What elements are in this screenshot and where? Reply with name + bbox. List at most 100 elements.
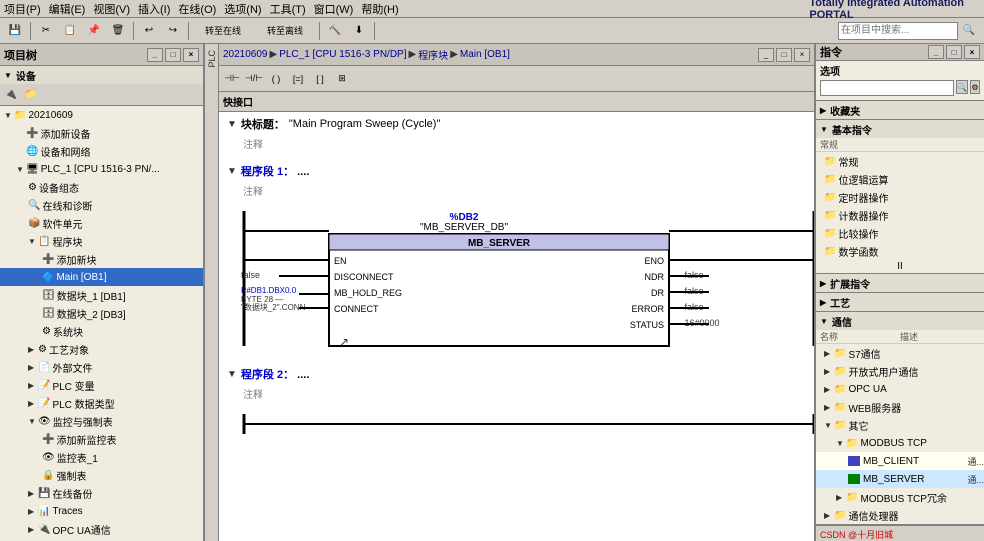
tree-item-system[interactable]: ⚙ 系统块 <box>0 322 203 340</box>
menu-edit[interactable]: 编辑(E) <box>49 1 86 17</box>
tree-item-add-device[interactable]: ➕ 添加新设备 <box>0 124 203 142</box>
copy-button[interactable]: 📋 <box>59 20 81 42</box>
tree-item-data1[interactable]: 🗄 数据块_1 [DB1] <box>0 286 203 304</box>
section1-comment: 注释 <box>219 183 814 198</box>
tree-item-tech-objects[interactable]: ▶ ⚙ 工艺对象 <box>0 340 203 358</box>
search-button[interactable]: 🔍 <box>958 20 980 42</box>
options-search[interactable] <box>820 80 954 96</box>
tree-item-add-watch[interactable]: ➕ 添加新监控表 <box>0 430 203 448</box>
tree-label-plc1: PLC_1 [CPU 1516-3 PN/... <box>41 164 160 175</box>
menu-help[interactable]: 帮助(H) <box>361 1 398 17</box>
tree-item-main-ob1[interactable]: 🔷 Main [OB1] <box>0 268 203 286</box>
menu-view[interactable]: 视图(V) <box>93 1 130 17</box>
comms-header[interactable]: ▼ 通信 <box>816 312 984 330</box>
options-search-btn[interactable]: 🔍 <box>956 80 968 94</box>
instr-item-bit-logic[interactable]: 📁 位逻辑运算 <box>816 170 984 188</box>
instr-item-open-user[interactable]: ▶ 📁 开放式用户通信 <box>816 362 984 380</box>
delete-button[interactable]: 🗑 <box>107 20 129 42</box>
tree-btn-2[interactable]: 📁 <box>22 86 40 104</box>
instr-item-mb-client[interactable]: MB_CLIENT 通... <box>816 452 984 470</box>
instr-close-button[interactable]: × <box>964 45 980 59</box>
tree-item-opc-ua[interactable]: ▶ 🔌 OPC UA通信 <box>0 520 203 538</box>
editor-main[interactable]: ▼ 块标题： "Main Program Sweep (Cycle)" 注释 ▼… <box>219 112 814 541</box>
editor-toolbar-btn-6[interactable]: ⊞ <box>331 68 353 90</box>
favorites-header[interactable]: ▶ 收藏夹 <box>816 101 984 119</box>
tree-item-software[interactable]: 📦 软件单元 <box>0 214 203 232</box>
instr-item-modbus-redundant[interactable]: ▶ 📁 MODBUS TCP冗余 <box>816 488 984 506</box>
menu-options[interactable]: 选项(N) <box>224 1 261 17</box>
instr-item-web[interactable]: ▶ 📁 WEB服务器 <box>816 398 984 416</box>
tree-item-root[interactable]: ▼ 📁 20210609 <box>0 106 203 124</box>
basic-header[interactable]: ▼ 基本指令 <box>816 120 984 138</box>
search-input[interactable] <box>838 22 958 40</box>
editor-toolbar-btn-2[interactable]: ⊣/⊢ <box>243 68 265 90</box>
editor-minimize-button[interactable]: _ <box>758 48 774 62</box>
go-online-button[interactable]: 转至在线 <box>193 20 253 42</box>
menu-window[interactable]: 窗口(W) <box>314 1 354 17</box>
panel-collapse-button[interactable]: _ <box>147 48 163 62</box>
tree-item-monitor[interactable]: ▼ 👁 监控与强制表 <box>0 412 203 430</box>
tree-item-add-block[interactable]: ➕ 添加新块 <box>0 250 203 268</box>
instr-item-other[interactable]: ▼ 📁 其它 <box>816 416 984 434</box>
go-offline-button[interactable]: 转至离线 <box>255 20 315 42</box>
instr-item-timer[interactable]: 📁 定时器操作 <box>816 188 984 206</box>
tree-item-force[interactable]: 🔒 强制表 <box>0 466 203 484</box>
general-icon: 📁 <box>824 156 836 167</box>
tech-header[interactable]: ▶ 工艺 <box>816 293 984 311</box>
tree-item-plc-vars[interactable]: ▶ 📝 PLC 变量 <box>0 376 203 394</box>
tree-item-online-backup[interactable]: ▶ 💾 在线备份 <box>0 484 203 502</box>
undo-button[interactable]: ↩ <box>138 20 160 42</box>
extended-header[interactable]: ▶ 扩展指令 <box>816 274 984 292</box>
instr-item-math[interactable]: 📁 数学函数 <box>816 242 984 260</box>
tree-item-plc1[interactable]: ▼ 🖥 PLC_1 [CPU 1516-3 PN/... <box>0 160 203 178</box>
tree-label-tech-objects: 工艺对象 <box>49 342 89 357</box>
editor-toolbar-btn-3[interactable]: ( ) <box>265 68 287 90</box>
tree-item-plc-types[interactable]: ▶ 📝 PLC 数据类型 <box>0 394 203 412</box>
svg-text:"数据块_2".CONN: "数据块_2".CONN <box>241 302 306 312</box>
tree-item-device-network[interactable]: 🌐 设备和网络 <box>0 142 203 160</box>
editor-restore-button[interactable]: □ <box>776 48 792 62</box>
instr-item-compare[interactable]: 📁 比较操作 <box>816 224 984 242</box>
editor-close-button[interactable]: × <box>794 48 810 62</box>
instr-label-mb-client: MB_CLIENT <box>863 456 919 467</box>
tree-item-watch1[interactable]: 👁 监控表_1 <box>0 448 203 466</box>
options-config-btn[interactable]: ⚙ <box>970 80 980 94</box>
instr-item-mb-server[interactable]: MB_SERVER 通... <box>816 470 984 488</box>
editor-toolbar-btn-5[interactable]: [ ] <box>309 68 331 90</box>
menu-insert[interactable]: 插入(I) <box>138 1 170 17</box>
section1-header: ▼ 程序段 1： .... <box>219 159 814 183</box>
editor-toolbar-btn-4[interactable]: [=] <box>287 68 309 90</box>
instr-item-general[interactable]: 📁 常规 <box>816 152 984 170</box>
tree-item-traces[interactable]: ▶ 📊 Traces <box>0 502 203 520</box>
instr-restore-button[interactable]: □ <box>946 45 962 59</box>
tree-btn-1[interactable]: 🔌 <box>2 86 20 104</box>
instr-item-counter[interactable]: 📁 计数器操作 <box>816 206 984 224</box>
instr-item-opc-ua[interactable]: ▶ 📁 OPC UA <box>816 380 984 398</box>
tree-item-program-blocks[interactable]: ▼ 📋 程序块 <box>0 232 203 250</box>
menu-tools[interactable]: 工具(T) <box>270 1 306 17</box>
redo-button[interactable]: ↪ <box>162 20 184 42</box>
tree-label-force: 强制表 <box>56 468 86 483</box>
download-button[interactable]: ⬇ <box>348 20 370 42</box>
compile-button[interactable]: 🔨 <box>324 20 346 42</box>
plc-tab[interactable]: PLC <box>207 46 217 72</box>
svg-text:STATUS: STATUS <box>630 320 664 330</box>
instr-minimize-button[interactable]: _ <box>928 45 944 59</box>
tree-item-data2[interactable]: 🗄 数据块_2 [DB3] <box>0 304 203 322</box>
menu-online[interactable]: 在线(O) <box>178 1 216 17</box>
instr-item-s7[interactable]: ▶ 📁 S7通信 <box>816 344 984 362</box>
tree-item-device-config[interactable]: ⚙ 设备组态 <box>0 178 203 196</box>
equipment-section-header[interactable]: ▼ 设备 <box>0 66 203 84</box>
instr-item-modbus-tcp[interactable]: ▼ 📁 MODBUS TCP <box>816 434 984 452</box>
instr-item-comm-processor[interactable]: ▶ 📁 通信处理器 <box>816 506 984 524</box>
save-button[interactable]: 💾 <box>4 20 26 42</box>
section2-header: ▼ 程序段 2： .... <box>219 362 814 386</box>
cut-button[interactable]: ✂ <box>35 20 57 42</box>
panel-close-button[interactable]: × <box>183 48 199 62</box>
editor-toolbar-btn-1[interactable]: ⊣⊢ <box>221 68 243 90</box>
menu-project[interactable]: 项目(P) <box>4 1 41 17</box>
tree-item-ext-files[interactable]: ▶ 📄 外部文件 <box>0 358 203 376</box>
tree-item-online-diag[interactable]: 🔍 在线和诊断 <box>0 196 203 214</box>
paste-button[interactable]: 📌 <box>83 20 105 42</box>
panel-float-button[interactable]: □ <box>165 48 181 62</box>
